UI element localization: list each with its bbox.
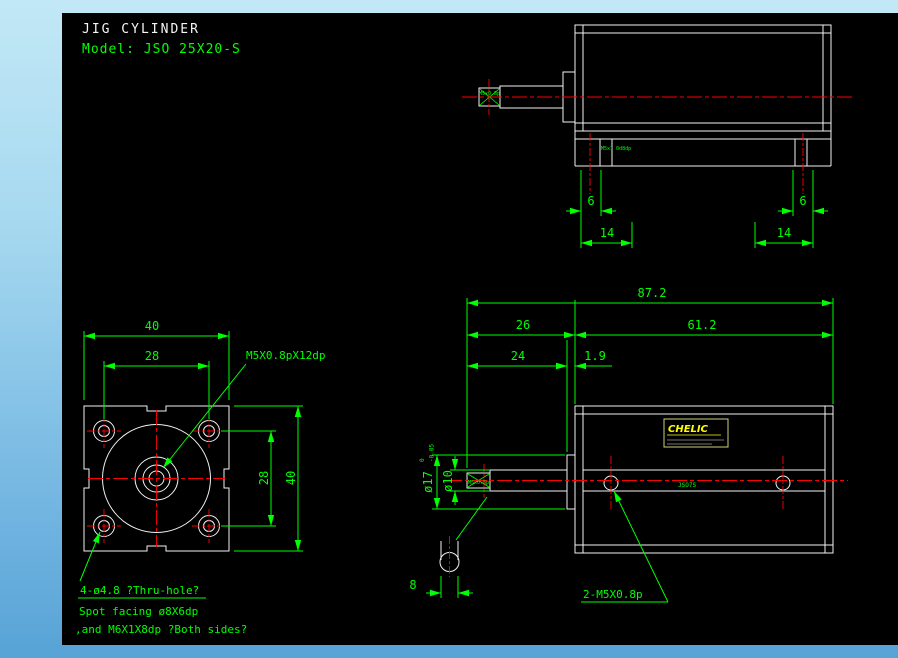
note-thru-hole: 4-ø4.8 ?Thru-hole?: [80, 584, 199, 597]
dia17-tol-upper: 0: [419, 458, 426, 462]
dim-6-right: 6: [799, 194, 806, 208]
dim-61-2: 61.2: [688, 318, 717, 332]
tap-label: 2-M5X0.8p: [583, 588, 643, 601]
dim-8: 8: [409, 578, 416, 592]
dim-28-right: 28: [257, 471, 271, 485]
dim-40-right: 40: [284, 471, 298, 485]
brand-text: CHELIC: [668, 424, 709, 435]
drawing-title: JIG CYLINDER: [82, 22, 200, 37]
dim-14-left: 14: [600, 226, 614, 240]
rod-thread-label: M5x0.8p: [479, 91, 500, 97]
drawing-model: Model: JSO 25X20-S: [82, 42, 241, 57]
dim-28-top: 28: [145, 349, 159, 363]
cad-canvas: [62, 13, 898, 645]
note-both-sides: ,and M6X1X8dp ?Both sides?: [75, 623, 247, 636]
dim-40-top: 40: [145, 319, 159, 333]
dim-overall: 87.2: [638, 286, 667, 300]
dia17-tol-lower: -0.05: [429, 444, 436, 462]
dim-dia10: ø10: [441, 470, 455, 492]
dim-24: 24: [511, 349, 525, 363]
cad-drawing: JIG CYLINDER Model: JSO 25X20-S 6 14 6 1…: [62, 13, 898, 645]
dim-14-right: 14: [777, 226, 791, 240]
body-marking: JSO7S: [678, 482, 696, 489]
tap-label: M5X0.8pX12dp: [246, 349, 325, 362]
port-label: M5x1 0d8dp: [601, 146, 631, 152]
dim-26: 26: [516, 318, 530, 332]
dim-1-9: 1.9: [584, 349, 606, 363]
dim-dia17: ø17: [421, 471, 435, 493]
note-spot-facing: Spot facing ø8X6dp: [79, 605, 198, 618]
rod-thread-label: M5x0.8p: [468, 480, 489, 486]
dim-6-left: 6: [587, 194, 594, 208]
